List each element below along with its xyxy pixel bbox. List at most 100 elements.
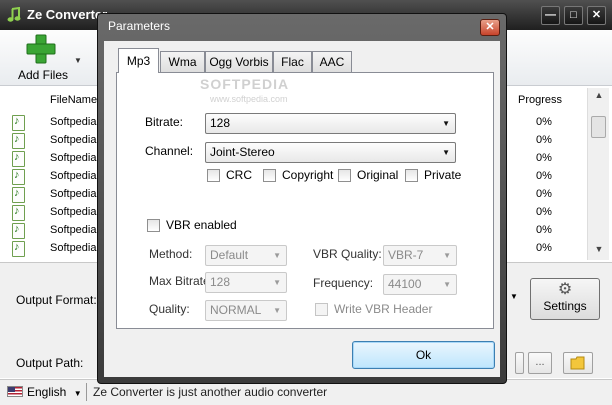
quality-value: NORMAL	[210, 303, 262, 317]
copyright-checkbox[interactable]: Copyright	[263, 168, 333, 182]
crc-checkbox[interactable]: CRC	[207, 168, 252, 182]
channel-label: Channel:	[145, 144, 194, 158]
write-vbr-header-checkbox[interactable]: Write VBR Header	[315, 302, 432, 316]
file-progress: 0%	[536, 206, 552, 218]
original-label: Original	[357, 168, 399, 182]
channel-value: Joint-Stereo	[210, 145, 275, 159]
add-files-dropdown-icon[interactable]: ▼	[74, 56, 82, 65]
file-name: Softpedia	[50, 242, 97, 254]
column-header-progress[interactable]: Progress	[518, 88, 562, 112]
file-progress: 0%	[536, 116, 552, 128]
file-name: Softpedia	[50, 188, 97, 200]
file-name: Softpedia	[50, 170, 97, 182]
us-flag-icon	[7, 386, 23, 397]
tab-ogg-vorbis[interactable]: Ogg Vorbis	[205, 51, 273, 72]
vbr-enabled-checkbox[interactable]: VBR enabled	[147, 218, 237, 232]
frequency-value: 44100	[388, 277, 422, 291]
chevron-down-icon: ▼	[273, 278, 281, 287]
tab-wma[interactable]: Wma	[160, 51, 205, 72]
column-header-filename[interactable]: FileName	[50, 88, 97, 112]
crc-label: CRC	[226, 168, 252, 182]
chevron-down-icon: ▼	[273, 251, 281, 260]
method-select[interactable]: Default ▼	[205, 245, 287, 266]
plus-icon	[26, 34, 56, 64]
minimize-button[interactable]: —	[541, 6, 560, 25]
bitrate-label: Bitrate:	[145, 115, 184, 129]
dialog-title: Parameters	[108, 19, 171, 33]
bitrate-value: 128	[210, 116, 231, 130]
audio-file-icon	[12, 115, 25, 131]
copyright-label: Copyright	[282, 168, 334, 182]
channel-select[interactable]: Joint-Stereo ▼	[205, 142, 456, 163]
output-format-dropdown-icon[interactable]: ▼	[510, 292, 518, 301]
scroll-down-icon[interactable]: ▼	[592, 244, 606, 258]
file-progress: 0%	[536, 170, 552, 182]
file-list-scrollbar[interactable]: ▲ ▼	[587, 88, 609, 260]
output-format-label: Output Format:	[16, 293, 97, 307]
dialog-body: Mp3 Wma Ogg Vorbis Flac AAC Bitrate: 128…	[104, 41, 500, 377]
audio-file-icon	[12, 151, 25, 167]
audio-file-icon	[12, 205, 25, 221]
file-progress: 0%	[536, 134, 552, 146]
vbr-quality-value: VBR-7	[388, 248, 424, 262]
add-files-label: Add Files	[18, 68, 69, 82]
folder-icon	[570, 356, 585, 370]
app-music-note-icon	[7, 7, 21, 22]
settings-button[interactable]: ⚙ Settings	[530, 278, 600, 320]
checkbox-box	[207, 168, 220, 182]
write-vbr-header-label: Write VBR Header	[334, 302, 433, 316]
checkbox-box	[338, 168, 351, 182]
file-progress: 0%	[536, 224, 552, 236]
checkbox-box	[263, 168, 276, 182]
audio-file-icon	[12, 187, 25, 203]
original-checkbox[interactable]: Original	[338, 168, 398, 182]
close-button[interactable]: ✕	[587, 6, 606, 25]
output-path-edge-button[interactable]	[515, 352, 524, 374]
checkbox-box	[405, 168, 418, 182]
chevron-down-icon: ▼	[273, 306, 281, 315]
frequency-label: Frequency:	[313, 276, 374, 290]
audio-file-icon	[12, 169, 25, 185]
audio-file-icon	[12, 241, 25, 257]
tab-aac[interactable]: AAC	[312, 51, 352, 72]
settings-label: Settings	[543, 299, 587, 313]
language-selector[interactable]: English ▼	[27, 385, 82, 399]
quality-label: Quality:	[149, 302, 190, 316]
tab-mp3[interactable]: Mp3	[118, 48, 159, 73]
scroll-up-icon[interactable]: ▲	[592, 90, 606, 104]
language-dropdown-icon[interactable]: ▼	[74, 389, 82, 398]
private-checkbox[interactable]: Private	[405, 168, 461, 182]
open-folder-button[interactable]	[563, 352, 593, 374]
frequency-select[interactable]: 44100 ▼	[383, 274, 457, 295]
chevron-down-icon: ▼	[443, 280, 451, 289]
max-bitrate-select[interactable]: 128 ▼	[205, 272, 287, 293]
gear-icon: ⚙	[557, 281, 573, 298]
add-files-button[interactable]: Add Files ▼	[12, 34, 82, 84]
browse-button[interactable]: ...	[528, 352, 552, 374]
language-label: English	[27, 385, 67, 399]
file-progress: 0%	[536, 188, 552, 200]
watermark-url: www.softpedia.com	[210, 94, 288, 104]
vbr-quality-label: VBR Quality:	[313, 247, 382, 261]
audio-file-icon	[12, 223, 25, 239]
file-name: Softpedia	[50, 116, 97, 128]
ok-button[interactable]: Ok	[352, 341, 495, 369]
chevron-down-icon: ▼	[442, 119, 450, 128]
scrollbar-thumb[interactable]	[591, 116, 606, 138]
dialog-close-button[interactable]: ✕	[480, 19, 500, 36]
maximize-button[interactable]: □	[564, 6, 583, 25]
mp3-settings-panel: Bitrate: 128 ▼ Channel: Joint-Stereo ▼ C…	[116, 72, 494, 329]
max-bitrate-value: 128	[210, 275, 231, 289]
bitrate-select[interactable]: 128 ▼	[205, 113, 456, 134]
tab-flac[interactable]: Flac	[273, 51, 312, 72]
file-progress: 0%	[536, 152, 552, 164]
status-message: Ze Converter is just another audio conve…	[93, 385, 328, 399]
checkbox-box	[315, 302, 328, 316]
audio-file-icon	[12, 133, 25, 149]
chevron-down-icon: ▼	[442, 148, 450, 157]
file-name: Softpedia	[50, 152, 97, 164]
vbr-enabled-label: VBR enabled	[166, 218, 237, 232]
statusbar-separator	[86, 383, 87, 401]
vbr-quality-select[interactable]: VBR-7 ▼	[383, 245, 457, 266]
quality-select[interactable]: NORMAL ▼	[205, 300, 287, 321]
